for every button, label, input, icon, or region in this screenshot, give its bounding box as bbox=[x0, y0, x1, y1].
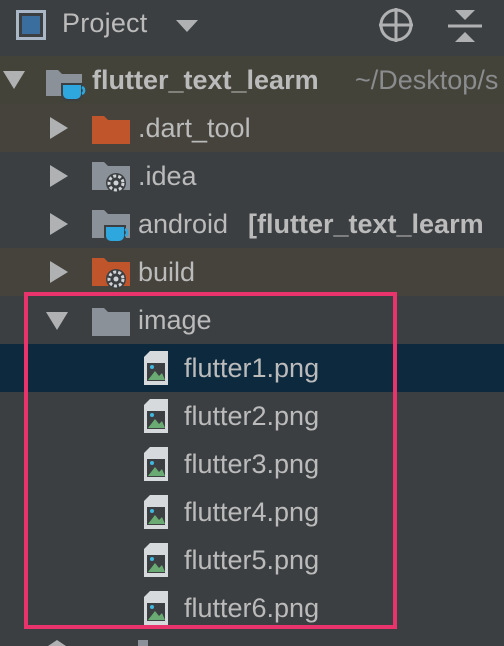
folder-icon bbox=[91, 305, 131, 337]
tree-row-file[interactable]: flutter6.png bbox=[0, 584, 504, 632]
file-name: flutter5.png bbox=[184, 545, 320, 575]
image-file-icon bbox=[143, 494, 169, 530]
expand-arrow-icon[interactable] bbox=[50, 261, 68, 283]
collapse-all-icon[interactable] bbox=[446, 6, 484, 46]
file-name: flutter2.png bbox=[184, 401, 320, 431]
project-view-title[interactable]: Project bbox=[62, 8, 147, 39]
folder-name: build bbox=[138, 257, 196, 287]
tree-row-file[interactable]: flutter2.png bbox=[0, 392, 504, 440]
tree-row-file[interactable]: flutter1.png bbox=[0, 344, 504, 392]
root-folder-name: flutter_text_learm bbox=[92, 65, 319, 95]
image-file-icon bbox=[143, 350, 169, 386]
tree-row-file[interactable]: flutter4.png bbox=[0, 488, 504, 536]
tree-row-root[interactable]: flutter_text_learm ~/Desktop/s bbox=[0, 56, 504, 104]
tree-row-build[interactable]: build bbox=[0, 248, 504, 296]
tree-row-dart-tool[interactable]: .dart_tool bbox=[0, 104, 504, 152]
file-name: flutter3.png bbox=[184, 449, 320, 479]
tree-row-idea[interactable]: .idea bbox=[0, 152, 504, 200]
module-name: [flutter_text_learm bbox=[248, 209, 484, 239]
expand-arrow-icon[interactable] bbox=[48, 640, 66, 646]
flutter-module-folder-icon bbox=[91, 206, 133, 246]
tree-row-android[interactable]: android [flutter_text_learm bbox=[0, 200, 504, 248]
file-name: flutter4.png bbox=[184, 497, 320, 527]
project-tool-header: Project bbox=[0, 0, 504, 52]
locate-target-icon[interactable] bbox=[377, 6, 415, 44]
root-folder-path: ~/Desktop/s bbox=[355, 65, 499, 95]
excluded-settings-folder-icon bbox=[91, 255, 131, 291]
expand-arrow-icon[interactable] bbox=[46, 312, 68, 330]
image-file-icon bbox=[143, 542, 169, 578]
folder-name: .idea bbox=[138, 161, 197, 191]
tree-row-file[interactable]: flutter3.png bbox=[0, 440, 504, 488]
file-name: flutter6.png bbox=[184, 593, 320, 623]
folder-name: .dart_tool bbox=[138, 113, 251, 143]
tree-row-file[interactable]: flutter5.png bbox=[0, 536, 504, 584]
excluded-folder-icon bbox=[91, 113, 131, 145]
image-file-icon bbox=[143, 590, 169, 626]
settings-folder-icon bbox=[91, 159, 131, 195]
expand-arrow-icon[interactable] bbox=[50, 117, 68, 139]
folder-icon bbox=[138, 640, 148, 646]
expand-arrow-icon[interactable] bbox=[50, 213, 68, 235]
tree-row-image[interactable]: image bbox=[0, 296, 504, 344]
flutter-module-folder-icon bbox=[44, 64, 86, 104]
dropdown-caret-icon[interactable] bbox=[176, 20, 198, 32]
folder-name: android bbox=[138, 209, 229, 239]
project-view-icon[interactable] bbox=[16, 10, 46, 40]
folder-name: image bbox=[138, 305, 212, 335]
image-file-icon bbox=[143, 446, 169, 482]
image-file-icon bbox=[143, 398, 169, 434]
expand-arrow-icon[interactable] bbox=[3, 71, 25, 89]
file-name: flutter1.png bbox=[184, 353, 320, 383]
expand-arrow-icon[interactable] bbox=[50, 165, 68, 187]
